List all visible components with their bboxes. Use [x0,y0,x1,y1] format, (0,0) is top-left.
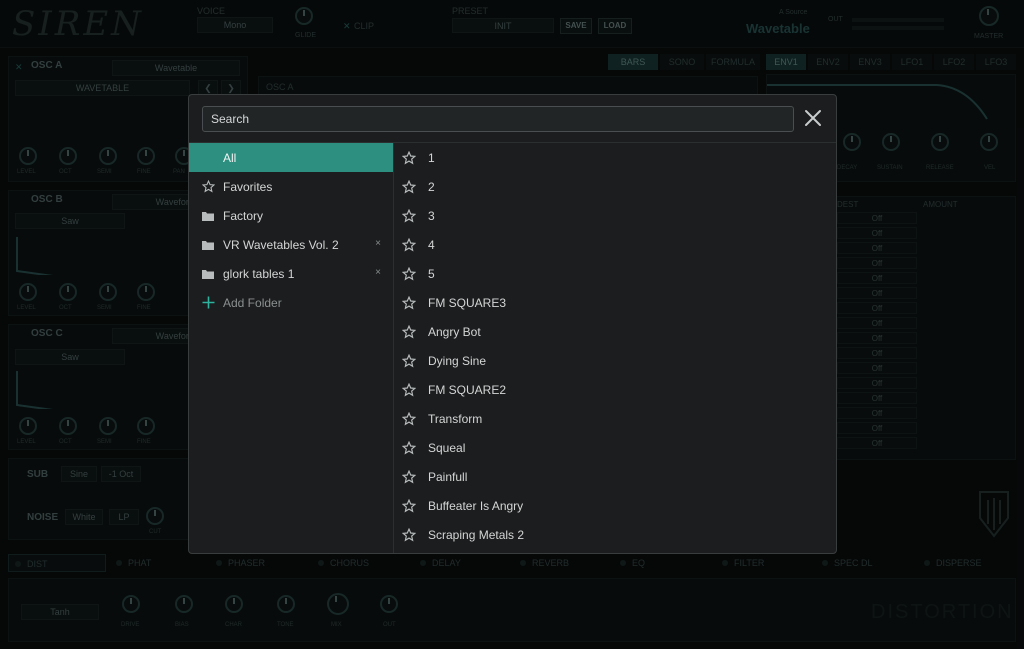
favorite-star-icon[interactable] [402,179,416,194]
list-item-label: 2 [428,179,435,194]
plus-icon [201,296,215,310]
folder-label: Factory [223,208,264,223]
wavetable-browser-dialog: All Favorites Factory VR Wavetables Vol.… [188,94,837,554]
wavetable-list: 1 2 3 4 5 FM SQUARE3 Angry Bot Dying Sin… [394,143,836,549]
favorite-star-icon[interactable] [402,150,416,165]
list-item[interactable]: 2 [394,172,836,201]
favorite-star-icon[interactable] [402,237,416,252]
folder-all-spacer [201,151,215,165]
list-item[interactable]: 5 [394,259,836,288]
folder-icon [201,238,215,252]
folder-favorites[interactable]: Favorites [189,172,393,201]
favorite-star-icon[interactable] [402,527,416,542]
list-item[interactable]: FM SQUARE3 [394,288,836,317]
remove-folder-button[interactable]: × [375,267,381,278]
favorite-star-icon[interactable] [402,382,416,397]
favorite-star-icon[interactable] [402,324,416,339]
list-item-label: 5 [428,266,435,281]
add-folder-label: Add Folder [223,295,282,310]
folder-label: All [223,150,237,165]
remove-folder-button[interactable]: × [375,238,381,249]
close-icon[interactable] [802,107,824,129]
search-input[interactable] [202,106,794,132]
favorite-star-icon[interactable] [402,440,416,455]
list-item[interactable]: Buffeater Is Angry [394,491,836,520]
list-item-label: 4 [428,237,435,252]
list-item[interactable]: 1 [394,143,836,172]
list-item-label: 3 [428,208,435,223]
list-item-label: Angry Bot [428,324,481,339]
folder-icon [201,267,215,281]
list-item-label: Scraping Metals 2 [428,527,525,542]
folder-icon [201,209,215,223]
list-item-label: Dying Sine [428,353,487,368]
list-item[interactable]: Dying Sine [394,346,836,375]
list-item-label: Painfull [428,469,468,484]
folder-vr-wavetables-vol-2[interactable]: VR Wavetables Vol. 2 × [189,230,393,259]
folder-label: glork tables 1 [223,266,295,281]
favorite-star-icon[interactable] [402,295,416,310]
list-item[interactable]: Angry Bot [394,317,836,346]
list-item[interactable]: 4 [394,230,836,259]
add-folder-button[interactable]: Add Folder [189,288,393,317]
list-item[interactable]: FM SQUARE2 [394,375,836,404]
list-item-label: FM SQUARE3 [428,295,507,310]
favorite-star-icon[interactable] [402,353,416,368]
folder-label: Favorites [223,179,273,194]
list-item[interactable]: 3 [394,201,836,230]
favorite-star-icon[interactable] [402,498,416,513]
list-item-label: FM SQUARE2 [428,382,507,397]
folder-glork-tables-1[interactable]: glork tables 1 × [189,259,393,288]
list-item[interactable]: Scraping Metals 2 [394,520,836,549]
list-item[interactable]: Transform [394,404,836,433]
favorite-star-icon[interactable] [402,469,416,484]
folder-factory[interactable]: Factory [189,201,393,230]
list-item-label: 1 [428,150,435,165]
list-item[interactable]: Squeal [394,433,836,462]
favorite-star-icon[interactable] [402,208,416,223]
star-icon [201,180,215,194]
favorite-star-icon[interactable] [402,411,416,426]
list-item-label: Buffeater Is Angry [428,498,524,513]
folder-label: VR Wavetables Vol. 2 [223,237,339,252]
list-item-label: Transform [428,411,483,426]
folder-list: All Favorites Factory VR Wavetables Vol.… [189,143,393,317]
list-item-label: Squeal [428,440,466,455]
folder-all[interactable]: All [189,143,393,172]
list-item[interactable]: Painfull [394,462,836,491]
favorite-star-icon[interactable] [402,266,416,281]
